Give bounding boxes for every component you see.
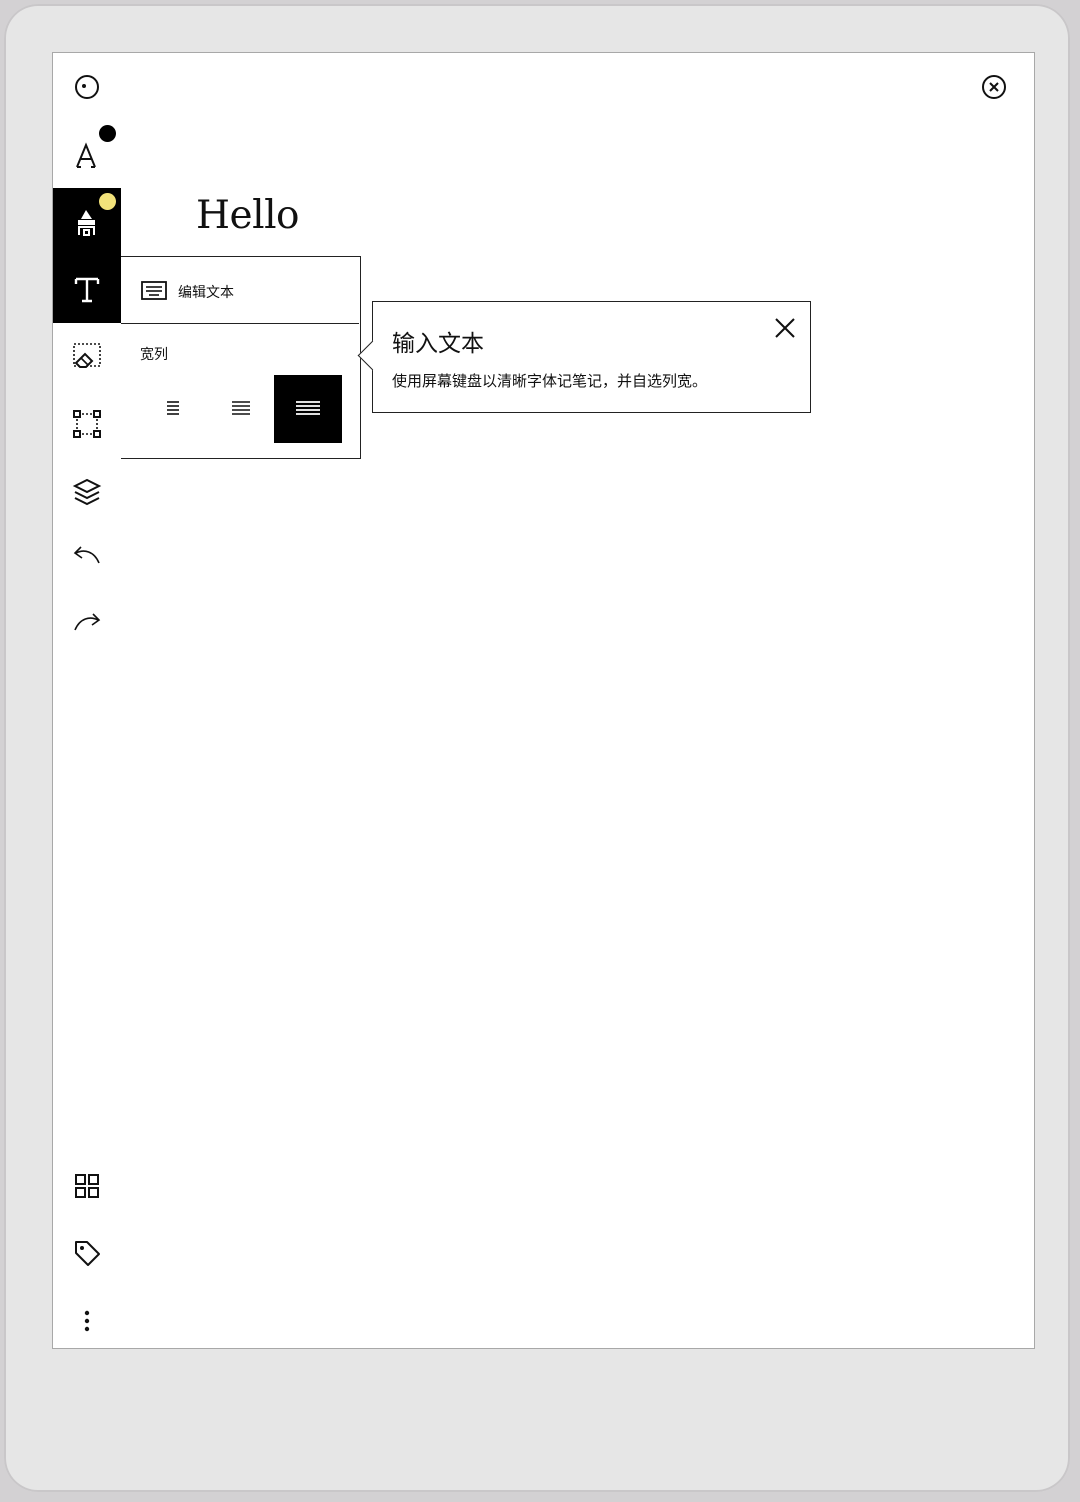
highlighter-color-indicator [99,193,116,210]
tag-icon[interactable] [73,1239,101,1267]
screen: Hello 编辑文本 宽列 输入文本 使用屏幕键盘以清晰字体记笔记，并自选列宽。 [52,52,1035,1349]
width-option-wide[interactable] [274,375,342,443]
redo-icon[interactable] [72,612,102,638]
narrow-width-icon [167,401,179,415]
width-option-medium[interactable] [207,375,275,443]
keyboard-icon [141,281,167,301]
text-tool-tooltip: 输入文本 使用屏幕键盘以清晰字体记笔记，并自选列宽。 [357,301,811,413]
tooltip-title: 输入文本 [392,331,484,357]
column-width-label: 宽列 [140,347,168,363]
width-option-narrow[interactable] [139,375,207,443]
text-tool-menu: 编辑文本 宽列 [121,256,361,459]
highlighter-icon[interactable] [72,206,102,238]
tooltip-body: 使用屏幕键盘以清晰字体记笔记，并自选列宽。 [392,372,708,390]
device-frame: Hello 编辑文本 宽列 输入文本 使用屏幕键盘以清晰字体记笔记，并自选列宽。 [4,4,1070,1492]
wide-width-icon [296,401,320,415]
more-icon[interactable] [82,1310,92,1332]
layers-icon[interactable] [72,477,102,507]
home-icon[interactable] [74,74,100,100]
tooltip-close-icon[interactable] [773,316,797,340]
eraser-selection-icon[interactable] [72,342,102,372]
close-circle-icon[interactable] [981,74,1007,100]
selection-icon[interactable] [72,409,102,439]
tooltip-arrow [357,340,388,371]
document-text[interactable]: Hello [196,193,300,238]
undo-icon[interactable] [72,545,102,571]
pen-tool-icon[interactable] [72,139,102,171]
pen-color-indicator [99,125,116,142]
text-tool-icon[interactable] [72,275,102,305]
pages-grid-icon[interactable] [74,1173,100,1199]
edit-text-label: 编辑文本 [178,285,234,301]
medium-width-icon [232,401,250,415]
edit-text-button[interactable]: 编辑文本 [121,257,359,324]
